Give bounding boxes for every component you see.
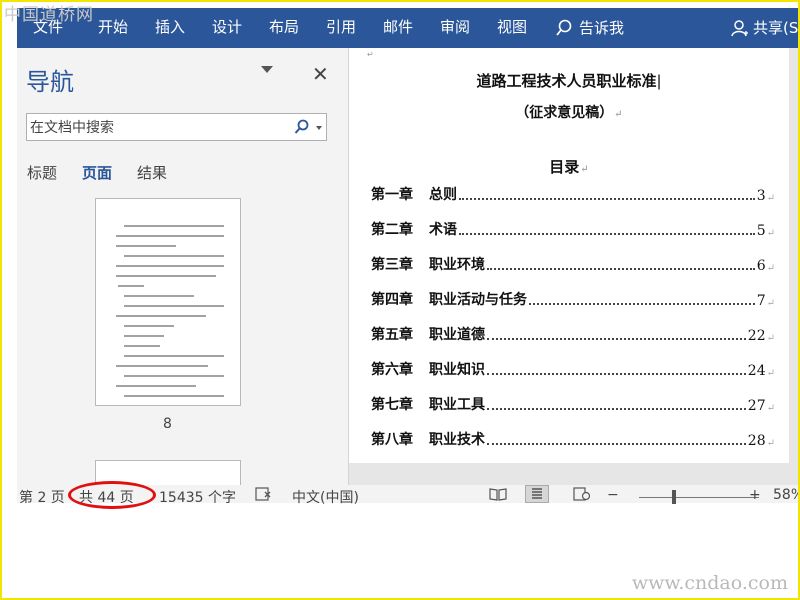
tell-me-box[interactable]: 告诉我 xyxy=(555,17,624,38)
search-options-chevron-icon[interactable] xyxy=(316,126,322,130)
tab-home[interactable]: 开始 xyxy=(98,16,128,37)
navigation-pane: 导航 ✕ 标题 页面 结果 8 xyxy=(17,48,349,485)
nav-options-chevron-icon[interactable] xyxy=(261,66,273,73)
toc-entry[interactable]: 第六章 职业知识 24 ↵ xyxy=(371,359,775,379)
close-icon[interactable]: ✕ xyxy=(312,62,329,86)
language-indicator[interactable]: 中文(中国) xyxy=(292,487,359,507)
zoom-in-button[interactable]: + xyxy=(749,487,761,503)
zoom-slider[interactable] xyxy=(639,497,759,498)
red-highlight-circle xyxy=(68,481,156,509)
nav-pane-title: 导航 xyxy=(26,68,74,96)
person-icon xyxy=(731,19,748,36)
zoom-level[interactable]: 58% xyxy=(773,487,800,503)
tab-headings[interactable]: 标题 xyxy=(27,162,57,183)
document-title: 道路工程技术人员职业标准| xyxy=(476,72,662,90)
tab-review[interactable]: 审阅 xyxy=(440,16,470,37)
ribbon-tab-bar: 文件 开始 插入 设计 布局 引用 邮件 审阅 视图 告诉我 共享(S xyxy=(17,8,800,48)
print-layout-icon[interactable] xyxy=(525,485,549,503)
document-page[interactable]: ↵ 道路工程技术人员职业标准| （征求意见稿）↵ 目录↵ 第一章 总则 3 ↵ 第二章… xyxy=(349,48,789,463)
toc-entry[interactable]: 第七章 职业工具 27 ↵ xyxy=(371,394,775,414)
zoom-slider-thumb[interactable] xyxy=(672,490,676,504)
share-label: 共享(S xyxy=(753,19,799,37)
tell-me-label: 告诉我 xyxy=(579,19,625,37)
word-count[interactable]: 15435 个字 xyxy=(159,487,236,507)
nav-search-box[interactable] xyxy=(26,113,327,142)
read-mode-icon[interactable] xyxy=(489,487,507,505)
tab-pages[interactable]: 页面 xyxy=(82,162,112,183)
watermark-logo-text: 中国道桥网 xyxy=(4,5,94,25)
toc-heading: 目录↵ xyxy=(549,158,589,176)
zoom-out-button[interactable]: − xyxy=(607,487,619,503)
tab-design[interactable]: 设计 xyxy=(212,16,242,37)
margin-mark: ↵ xyxy=(367,50,374,59)
toc-entry[interactable]: 第二章 术语 5 ↵ xyxy=(371,219,775,239)
share-button[interactable]: 共享(S xyxy=(731,17,798,38)
lightbulb-search-icon xyxy=(556,19,572,36)
tab-view[interactable]: 视图 xyxy=(497,16,527,37)
page-thumbnail[interactable] xyxy=(95,198,241,406)
tab-mailings[interactable]: 邮件 xyxy=(383,16,413,37)
tab-references[interactable]: 引用 xyxy=(326,16,356,37)
document-subtitle: （征求意见稿）↵ xyxy=(515,105,623,121)
toc-entry[interactable]: 第八章 职业技术 28 ↵ xyxy=(371,429,775,449)
proofing-icon[interactable] xyxy=(255,487,273,505)
thumbnail-page-number: 8 xyxy=(163,416,172,432)
toc-entry[interactable]: 第一章 总则 3 ↵ xyxy=(371,184,775,204)
watermark-url: www.cndao.com xyxy=(631,572,788,594)
toc-entry[interactable]: 第五章 职业道德 22 ↵ xyxy=(371,324,775,344)
search-icon[interactable] xyxy=(294,119,310,139)
toc-entry[interactable]: 第三章 职业环境 6 ↵ xyxy=(371,254,775,274)
document-area[interactable]: ↵ 道路工程技术人员职业标准| （征求意见稿）↵ 目录↵ 第一章 总则 3 ↵ 第二章… xyxy=(349,48,800,485)
tab-results[interactable]: 结果 xyxy=(137,162,167,183)
tab-layout[interactable]: 布局 xyxy=(269,16,299,37)
tab-insert[interactable]: 插入 xyxy=(155,16,185,37)
toc-entry[interactable]: 第四章 职业活动与任务 7 ↵ xyxy=(371,289,775,309)
page-indicator[interactable]: 第 2 页 xyxy=(19,487,65,507)
vertical-scrollbar[interactable] xyxy=(790,48,800,485)
web-layout-icon[interactable] xyxy=(573,487,591,505)
search-input[interactable] xyxy=(27,114,282,142)
